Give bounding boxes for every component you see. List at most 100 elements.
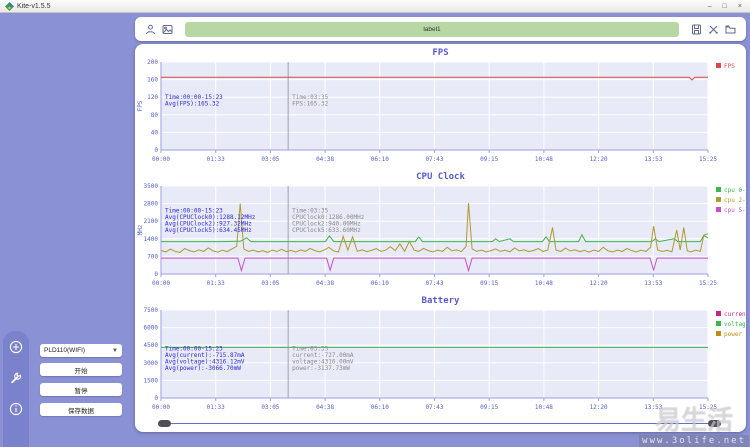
legend-label: power: [724, 331, 742, 338]
device-controls: PLD110(WIFI) ▼ 开始 暂停 保存数据: [40, 344, 122, 423]
svg-text:13:53: 13:53: [644, 404, 662, 411]
wrench-icon[interactable]: [9, 371, 23, 385]
svg-text:04:38: 04:38: [316, 404, 334, 411]
save-icon[interactable]: [691, 24, 702, 35]
legend-label: cpu 0-1: [724, 187, 746, 194]
chart-title: CPU Clock: [416, 172, 465, 182]
svg-text:120: 120: [147, 94, 158, 101]
svg-text:06:10: 06:10: [371, 156, 389, 163]
legend-swatch: [716, 331, 721, 336]
svg-text:12:20: 12:20: [590, 156, 608, 163]
slider-handle-left[interactable]: [158, 420, 171, 427]
svg-text:1500: 1500: [144, 377, 159, 384]
svg-text:00:00: 00:00: [152, 156, 170, 163]
image-icon[interactable]: [162, 24, 173, 35]
svg-text:13:53: 13:53: [644, 156, 662, 163]
chevron-down-icon: ▼: [112, 347, 118, 354]
device-select[interactable]: PLD110(WIFI) ▼: [40, 344, 122, 357]
svg-text:80: 80: [151, 112, 159, 119]
svg-text:03:05: 03:05: [261, 156, 279, 163]
svg-text:2800: 2800: [144, 201, 159, 208]
slider-handle-right[interactable]: [708, 420, 721, 427]
svg-text:03:05: 03:05: [261, 280, 279, 287]
chart-title: Battery: [422, 296, 461, 306]
svg-text:700: 700: [147, 253, 158, 260]
svg-text:07:43: 07:43: [425, 404, 443, 411]
legend-swatch: [716, 187, 721, 192]
legend-swatch: [716, 207, 721, 212]
time-range-slider[interactable]: [135, 416, 746, 432]
svg-text:0: 0: [154, 271, 158, 278]
svg-text:FPS: FPS: [137, 100, 144, 111]
pause-button[interactable]: 暂停: [40, 383, 122, 396]
legend-swatch: [716, 321, 721, 326]
battery-chart[interactable]: 00:00 01:33 03:05 04:38 06:10 07:43 09:15 10:48…: [135, 292, 746, 416]
svg-text:3000: 3000: [144, 360, 159, 367]
legend-label: current: [724, 311, 746, 318]
slider-track[interactable]: [168, 423, 714, 424]
svg-text:15:25: 15:25: [699, 404, 717, 411]
svg-text:07:43: 07:43: [425, 156, 443, 163]
svg-text:4500: 4500: [144, 342, 159, 349]
label-bar[interactable]: label1: [185, 21, 679, 37]
svg-text:15:25: 15:25: [699, 156, 717, 163]
cursor-annotation: FPS:165.32: [292, 100, 329, 107]
svg-text:04:38: 04:38: [316, 156, 334, 163]
svg-text:00:00: 00:00: [152, 404, 170, 411]
svg-text:12:20: 12:20: [590, 404, 608, 411]
legend-label: voltage: [724, 321, 746, 328]
svg-text:15:25: 15:25: [699, 280, 717, 287]
svg-text:6000: 6000: [144, 325, 159, 332]
app-icon: [5, 1, 14, 11]
svg-text:200: 200: [147, 59, 158, 66]
legend-label: cpu 2-4: [724, 197, 746, 204]
cursor-annotation: CPUClock5:633.60MHz: [292, 227, 361, 234]
fps-chart[interactable]: 00:00 01:33 03:05 04:38 06:10 07:43 09:15 10:48…: [135, 44, 746, 168]
device-select-value: PLD110(WIFI): [44, 347, 86, 354]
svg-text:160: 160: [147, 77, 158, 84]
svg-text:01:33: 01:33: [207, 280, 225, 287]
folder-icon[interactable]: [725, 24, 736, 35]
svg-text:40: 40: [151, 129, 159, 136]
minimize-button[interactable]: –: [708, 0, 712, 13]
window-titlebar: Kite-v1.5.5 – □ ×: [0, 0, 750, 13]
side-rail: [3, 331, 29, 447]
svg-text:01:33: 01:33: [207, 404, 225, 411]
svg-text:03:05: 03:05: [261, 404, 279, 411]
add-icon[interactable]: [9, 340, 23, 354]
svg-text:09:15: 09:15: [480, 280, 498, 287]
cpu-clock-chart[interactable]: 00:00 01:33 03:05 04:38 06:10 07:43 09:15 10:48…: [135, 168, 746, 292]
svg-text:10:48: 10:48: [535, 156, 553, 163]
cursor-annotation: power:-3137.73mW: [292, 365, 350, 372]
svg-text:7500: 7500: [144, 307, 159, 314]
svg-text:1400: 1400: [144, 236, 159, 243]
svg-text:06:10: 06:10: [371, 404, 389, 411]
svg-text:13:53: 13:53: [644, 280, 662, 287]
svg-text:12:20: 12:20: [590, 280, 608, 287]
svg-text:10:48: 10:48: [535, 404, 553, 411]
svg-text:2100: 2100: [144, 218, 159, 225]
save-data-button[interactable]: 保存数据: [40, 403, 122, 416]
legend-label: cpu 5-6: [724, 207, 746, 214]
charts-panel: 00:00 01:33 03:05 04:38 06:10 07:43 09:15 10:48…: [135, 44, 746, 432]
top-toolbar: label1: [135, 17, 746, 41]
info-icon[interactable]: [9, 402, 23, 416]
svg-text:01:33: 01:33: [207, 156, 225, 163]
svg-text:MHz: MHz: [137, 224, 144, 235]
watermark-url: www.3olife.net: [639, 435, 749, 447]
svg-text:07:43: 07:43: [425, 280, 443, 287]
chart-title: FPS: [432, 48, 448, 58]
summary-annotation: Avg(CPUClock5):634.45MHz: [165, 227, 252, 234]
close-button[interactable]: ×: [738, 0, 742, 13]
svg-text:3500: 3500: [144, 183, 159, 190]
start-button[interactable]: 开始: [40, 363, 122, 376]
legend-swatch: [716, 311, 721, 316]
svg-text:0: 0: [154, 147, 158, 154]
user-icon[interactable]: [145, 24, 156, 35]
svg-text:09:15: 09:15: [480, 156, 498, 163]
maximize-button[interactable]: □: [723, 0, 727, 13]
cut-icon[interactable]: [708, 24, 719, 35]
window-title: Kite-v1.5.5: [17, 2, 51, 10]
label-bar-text: label1: [423, 25, 441, 33]
svg-text:00:00: 00:00: [152, 280, 170, 287]
